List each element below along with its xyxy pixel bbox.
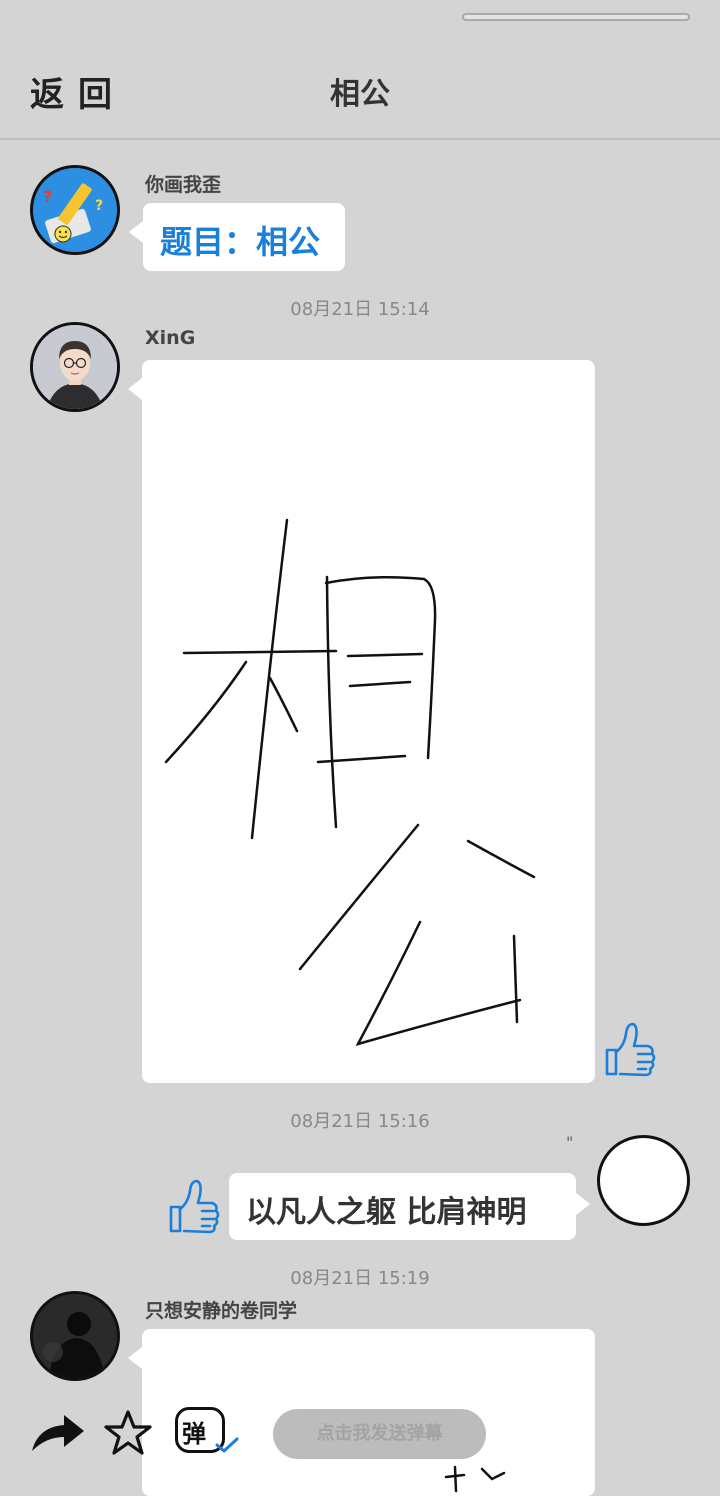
danmaku-input[interactable]: 点击我发送弹幕 <box>273 1409 486 1459</box>
thumbs-up-icon[interactable] <box>602 1020 658 1078</box>
header: 返回 相公 <box>0 40 720 138</box>
self-name: " <box>566 1133 574 1152</box>
thumbs-up-icon[interactable] <box>166 1177 222 1235</box>
timestamp: 08月21日 15:19 <box>290 1268 430 1289</box>
timestamp: 08月21日 15:14 <box>290 299 430 320</box>
sender-name: 只想安静的卷同学 <box>145 1300 298 1322</box>
page-title: 相公 <box>330 77 390 112</box>
sender-name: XinG <box>145 327 196 349</box>
danmaku-icon-text: 弹 <box>182 1420 206 1448</box>
timestamp: 08月21日 15:16 <box>290 1111 430 1132</box>
avatar-xing[interactable] <box>30 322 120 412</box>
message-bubble-topic: 题目：相公 <box>129 203 345 271</box>
bottom-toolbar: 弹 点击我发送弹幕 <box>0 1395 720 1475</box>
avatar-pencil-drawing-app[interactable]: ? ? <box>30 165 120 255</box>
drawing-canvas[interactable] <box>128 360 595 1083</box>
reply-text: 以凡人之躯 比肩神明 <box>246 1195 527 1230</box>
header-divider <box>0 138 720 140</box>
svg-text:?: ? <box>95 198 103 214</box>
message-bubble-reply: 以凡人之躯 比肩神明 <box>229 1173 590 1240</box>
star-icon[interactable] <box>103 1409 153 1457</box>
svg-text:?: ? <box>43 187 52 206</box>
avatar-quiet-student[interactable] <box>30 1291 120 1381</box>
share-arrow-icon[interactable] <box>30 1413 86 1457</box>
danmaku-toggle-icon[interactable]: 弹 <box>175 1407 239 1459</box>
sender-name: 你画我歪 <box>145 174 222 196</box>
dark-photo-avatar <box>33 1294 117 1378</box>
avatar-self[interactable] <box>597 1135 690 1226</box>
topic-text: 题目：相公 <box>160 223 321 261</box>
pencil-drawing-app-icon: ? ? <box>33 168 117 252</box>
cartoon-man-glasses-avatar <box>33 325 117 409</box>
handwritten-drawing <box>164 518 536 1047</box>
check-icon <box>215 1437 239 1453</box>
top-drag-handle[interactable] <box>462 13 690 21</box>
